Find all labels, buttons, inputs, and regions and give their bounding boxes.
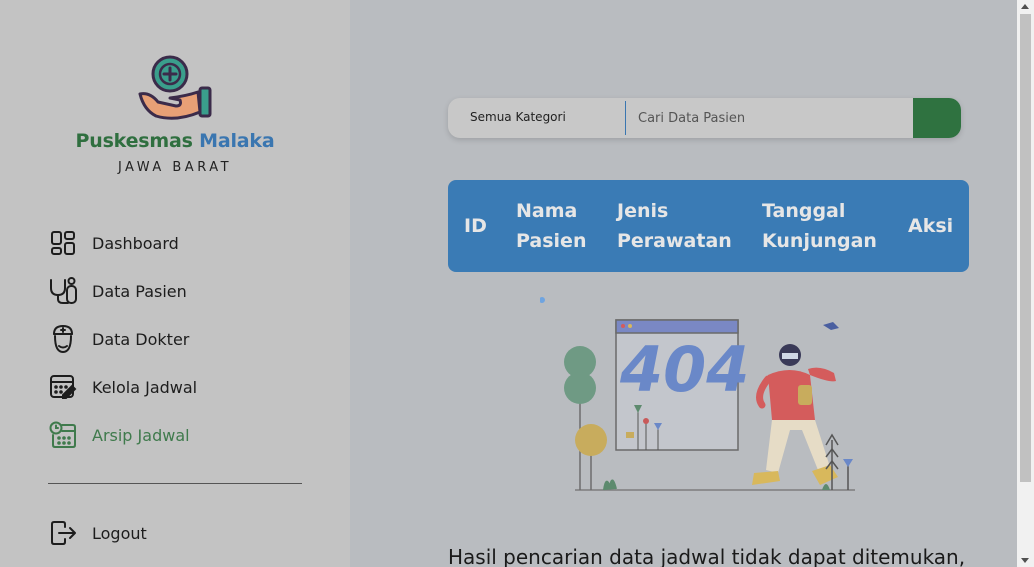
brand-subtitle: JAWA BARAT <box>117 160 233 175</box>
search-bar: Semua Kategori <box>448 98 961 138</box>
column-header-nama-pasien: Nama Pasien <box>516 196 586 256</box>
header-text: Pasien <box>516 230 587 252</box>
header-text: Perawatan <box>617 230 732 252</box>
doctor-icon <box>48 324 78 354</box>
search-button[interactable] <box>913 98 961 138</box>
sidebar-item-data-dokter[interactable]: Data Dokter <box>48 322 308 356</box>
sidebar-item-label: Kelola Jadwal <box>92 377 198 397</box>
sidebar-item-dashboard[interactable]: Dashboard <box>48 226 308 260</box>
column-header-aksi: Aksi <box>908 211 953 241</box>
brand-name-part1: Puskesmas <box>75 130 193 152</box>
header-text: Aksi <box>908 215 954 237</box>
sidebar-item-label: Data Pasien <box>92 281 187 301</box>
brand-name: Puskesmas Malaka <box>0 130 350 152</box>
column-header-id: ID <box>464 211 487 241</box>
scroll-down-icon[interactable] <box>1021 558 1029 563</box>
scroll-up-icon[interactable] <box>1021 4 1029 9</box>
hand-plus-icon <box>136 54 216 124</box>
header-text: Jenis <box>617 200 669 222</box>
sidebar-item-kelola-jadwal[interactable]: Kelola Jadwal <box>48 370 308 404</box>
not-found-message: Hasil pencarian data jadwal tidak dapat … <box>448 545 966 567</box>
sidebar-item-label: Dashboard <box>92 233 179 253</box>
sidebar-item-label: Arsip Jadwal <box>92 425 190 445</box>
not-found-illustration: 404 <box>539 295 870 495</box>
search-input[interactable] <box>638 104 908 132</box>
sidebar-item-arsip-jadwal[interactable]: Arsip Jadwal <box>48 418 308 452</box>
sidebar-item-data-pasien[interactable]: Data Pasien <box>48 274 308 308</box>
brand-name-part2: Malaka <box>199 130 275 152</box>
logout-button[interactable]: Logout <box>48 516 308 550</box>
search-separator <box>625 101 626 135</box>
sidebar: Puskesmas Malaka JAWA BARAT Dashboard Da… <box>0 0 350 567</box>
logout-icon <box>48 518 78 548</box>
logout-label: Logout <box>92 523 147 543</box>
scrollbar-thumb[interactable] <box>1020 14 1031 482</box>
illustration-404-text: 404 <box>619 333 749 406</box>
calendar-clock-icon <box>48 420 78 450</box>
header-text: Nama <box>516 200 578 222</box>
column-header-tanggal-kunjungan: Tanggal Kunjungan <box>762 196 877 256</box>
calendar-edit-icon <box>48 372 78 402</box>
scrollbar[interactable] <box>1017 0 1034 567</box>
header-text: Tanggal <box>762 200 846 222</box>
sidebar-item-label: Data Dokter <box>92 329 190 349</box>
table-header: ID Nama Pasien Jenis Perawatan Tanggal K… <box>448 180 969 272</box>
header-text: ID <box>464 215 487 237</box>
dashboard-icon <box>48 228 78 258</box>
stethoscope-icon <box>48 276 78 306</box>
column-header-jenis-perawatan: Jenis Perawatan <box>617 196 732 256</box>
category-select[interactable]: Semua Kategori <box>470 110 566 124</box>
sidebar-divider <box>48 483 302 484</box>
header-text: Kunjungan <box>762 230 877 252</box>
